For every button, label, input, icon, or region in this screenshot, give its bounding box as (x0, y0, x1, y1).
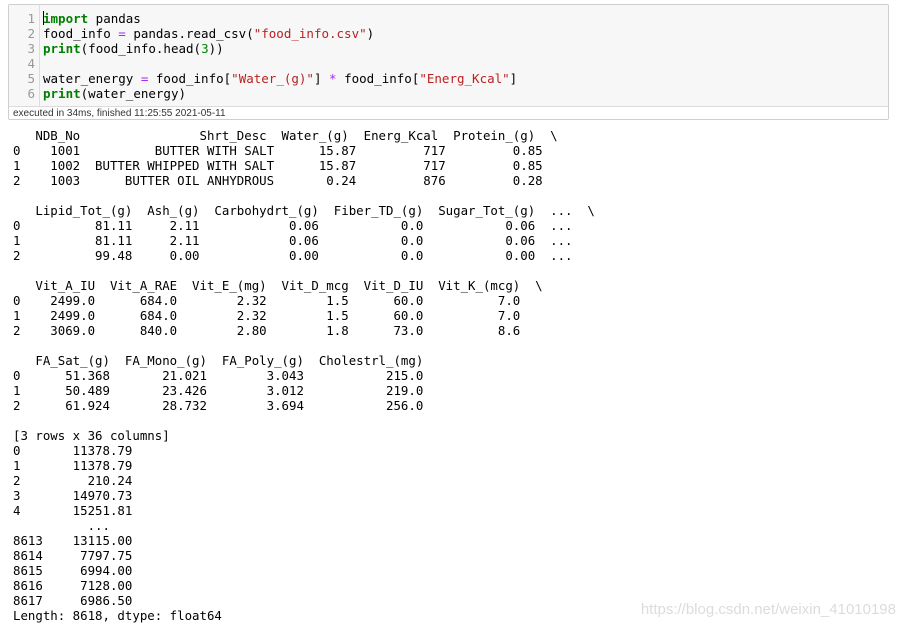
code-line-3[interactable]: print(food_info.head(3)) (43, 41, 224, 56)
output-line: 4 15251.81 (13, 503, 133, 518)
code-text: ] (313, 71, 330, 86)
code-text: ) (366, 26, 375, 41)
output-line: 3 14970.73 (13, 488, 133, 503)
output-line: 1 2499.0 684.0 2.32 1.5 60.0 7.0 (13, 308, 521, 323)
number-literal: 3 (201, 41, 209, 56)
string-literal: "Energ_Kcal" (419, 71, 510, 86)
output-line: FA_Sat_(g) FA_Mono_(g) FA_Poly_(g) Chole… (13, 353, 424, 368)
output-line: 1 1002 BUTTER WHIPPED WITH SALT 15.87 71… (13, 158, 543, 173)
output-line: 1 11378.79 (13, 458, 133, 473)
output-line: 0 11378.79 (13, 443, 133, 458)
output-line: 8616 7128.00 (13, 578, 133, 593)
output-line: 8613 13115.00 (13, 533, 133, 548)
code-line-1[interactable]: import pandas (43, 11, 141, 26)
code-text: (water_energy) (80, 86, 186, 101)
cell-output: NDB_No Shrt_Desc Water_(g) Energ_Kcal Pr… (13, 128, 595, 623)
output-line: 2 210.24 (13, 473, 133, 488)
output-line: 8617 6986.50 (13, 593, 133, 608)
output-line: 2 99.48 0.00 0.00 0.0 0.00 ... (13, 248, 573, 263)
code-line-5[interactable]: water_energy = food_info["Water_(g)"] * … (43, 71, 517, 86)
string-literal: "Water_(g)" (231, 71, 314, 86)
output-line: [3 rows x 36 columns] (13, 428, 170, 443)
line-number: 6 (27, 86, 35, 101)
code-line-2[interactable]: food_info = pandas.read_csv("food_info.c… (43, 26, 374, 41)
output-line: 8615 6994.00 (13, 563, 133, 578)
output-line: ... (13, 518, 110, 533)
output-line: 8614 7797.75 (13, 548, 133, 563)
keyword: print (43, 86, 81, 101)
line-number: 3 (27, 41, 35, 56)
output-line: Lipid_Tot_(g) Ash_(g) Carbohydrt_(g) Fib… (13, 203, 595, 218)
output-line: Vit_A_IU Vit_A_RAE Vit_E_(mg) Vit_D_mcg … (13, 278, 543, 293)
code-line-6[interactable]: print(water_energy) (43, 86, 186, 101)
code-text: pandas.read_csv( (125, 26, 254, 41)
keyword: import (43, 11, 89, 26)
output-line: 2 61.924 28.732 3.694 256.0 (13, 398, 424, 413)
output-line: 0 2499.0 684.0 2.32 1.5 60.0 7.0 (13, 293, 521, 308)
line-number: 5 (27, 71, 35, 86)
output-line: 1 81.11 2.11 0.06 0.0 0.06 ... (13, 233, 573, 248)
output-line: 2 1003 BUTTER OIL ANHYDROUS 0.24 876 0.2… (13, 173, 543, 188)
line-number: 2 (27, 26, 35, 41)
output-line: 0 51.368 21.021 3.043 215.0 (13, 368, 424, 383)
code-text: food_info[ (336, 71, 420, 86)
code-cell[interactable]: 1 2 3 4 5 6 import pandas food_info = pa… (8, 4, 889, 120)
line-number-gutter: 1 2 3 4 5 6 (9, 5, 40, 106)
string-literal: "food_info.csv" (253, 26, 367, 41)
code-text: )) (208, 41, 224, 56)
output-line: 2 3069.0 840.0 2.80 1.8 73.0 8.6 (13, 323, 521, 338)
operator: = (118, 26, 126, 41)
output-line: Length: 8618, dtype: float64 (13, 608, 222, 623)
line-number: 1 (27, 11, 35, 26)
code-text: ] (509, 71, 518, 86)
code-text: food_info (43, 26, 119, 41)
operator: * (329, 71, 337, 86)
keyword: print (43, 41, 81, 56)
output-line: 0 1001 BUTTER WITH SALT 15.87 717 0.85 (13, 143, 543, 158)
line-number: 4 (27, 56, 35, 71)
code-text: pandas (88, 11, 141, 26)
output-line: 1 50.489 23.426 3.012 219.0 (13, 383, 424, 398)
output-line: 0 81.11 2.11 0.06 0.0 0.06 ... (13, 218, 573, 233)
output-line: NDB_No Shrt_Desc Water_(g) Energ_Kcal Pr… (13, 128, 558, 143)
code-text: water_energy (43, 71, 141, 86)
code-text: food_info[ (148, 71, 232, 86)
watermark-text: https://blog.csdn.net/weixin_41010198 (640, 601, 896, 618)
code-editor[interactable]: 1 2 3 4 5 6 import pandas food_info = pa… (9, 5, 888, 107)
execution-status: executed in 34ms, finished 11:25:55 2021… (13, 108, 226, 119)
code-text: (food_info.head( (80, 41, 202, 56)
